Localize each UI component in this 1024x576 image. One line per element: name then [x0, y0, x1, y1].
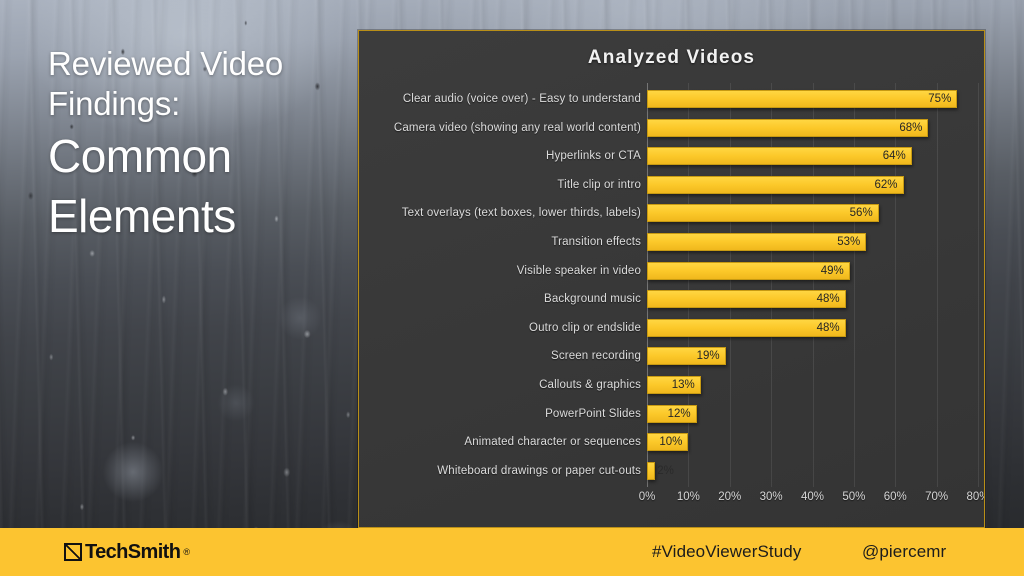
bar-rows: Clear audio (voice over) - Easy to under…: [359, 83, 984, 487]
x-axis-tick-label: 30%: [759, 491, 783, 503]
bar-value-label: 12%: [667, 407, 691, 420]
bar-category-label: Screen recording: [551, 350, 641, 363]
plot-area: Clear audio (voice over) - Easy to under…: [359, 83, 984, 527]
x-axis-tick-label: 10%: [676, 491, 700, 503]
bar[interactable]: 68%: [647, 118, 929, 137]
bar-container: 49%: [647, 261, 850, 280]
x-axis-tick-label: 70%: [925, 491, 949, 503]
bar-category-label: Background music: [544, 293, 641, 306]
bar-category-label: Callouts & graphics: [539, 379, 641, 391]
bar[interactable]: 62%: [647, 175, 904, 194]
bar-category-label: Transition effects: [551, 236, 641, 248]
footer-handle: @piercemr: [862, 542, 947, 561]
chart-title: Analyzed Videos: [587, 47, 756, 68]
bar-value-label: 13%: [671, 379, 695, 391]
bar-container: 19%: [647, 347, 726, 366]
bar[interactable]: 48%: [647, 318, 846, 337]
bar-container: 12%: [647, 404, 697, 423]
slide-title-line-4: Elements: [48, 190, 236, 242]
bar[interactable]: 75%: [647, 90, 958, 108]
bar[interactable]: 12%: [647, 404, 697, 423]
bar-container: 56%: [647, 204, 879, 223]
bar-category-label: Title clip or intro: [557, 178, 641, 191]
footer-hashtag: #VideoViewerStudy: [652, 542, 802, 561]
bar-category-label: Whiteboard drawings or paper cut-outs: [437, 464, 641, 477]
bar-value-label: 49%: [820, 264, 844, 277]
chart-panel: Analyzed Videos Clear audio (voice over)…: [358, 30, 985, 528]
bar[interactable]: 64%: [647, 147, 912, 166]
bar-row: Transition effects 53%: [359, 228, 984, 256]
bar-container: 10%: [647, 433, 689, 452]
bar-category-label: Text overlays (text boxes, lower thirds,…: [401, 207, 641, 220]
x-axis: 0% 10% 20% 30% 40% 50% 60% 70% 80%: [639, 491, 984, 513]
bar-row: Hyperlinks or CTA 64%: [359, 142, 984, 170]
bar-row: Background music 48%: [359, 285, 984, 313]
bar[interactable]: 13%: [647, 376, 701, 394]
bar[interactable]: 2%: [647, 461, 674, 480]
bar-category-label: Animated character or sequences: [464, 436, 641, 449]
bar-value-label: 75%: [928, 93, 952, 105]
slide-title: Reviewed Video Findings: Common Elements: [48, 44, 368, 244]
slide-title-line-2: Findings:: [48, 85, 181, 122]
bar-row: Screen recording 19%: [359, 342, 984, 370]
bar-value-label: 48%: [816, 321, 840, 334]
bar-value-label: 10%: [659, 436, 683, 449]
bar[interactable]: 19%: [647, 347, 726, 366]
bar-category-label: Visible speaker in video: [516, 264, 641, 277]
bar-category-label: Hyperlinks or CTA: [546, 150, 641, 163]
x-axis-tick-label: 20%: [718, 491, 742, 503]
bar-value-label: 68%: [899, 121, 923, 134]
footer-bar: TechSmith ® #VideoViewerStudy @piercemr: [0, 528, 1024, 576]
bar-row: Title clip or intro 62%: [359, 171, 984, 199]
bar-row: Animated character or sequences 10%: [359, 428, 984, 456]
x-axis-tick-label: 80%: [966, 491, 984, 503]
bar[interactable]: 53%: [647, 233, 867, 251]
bar-value-label: 2%: [657, 464, 674, 477]
bar[interactable]: 49%: [647, 261, 850, 280]
bar[interactable]: 56%: [647, 204, 879, 223]
bar-row: Camera video (showing any real world con…: [359, 114, 984, 142]
bar-container: 13%: [647, 376, 701, 394]
bar-container: 2%: [647, 461, 674, 480]
bar-row: Callouts & graphics 13%: [359, 371, 984, 399]
bar-container: 62%: [647, 175, 904, 194]
bar-container: 48%: [647, 290, 846, 309]
techsmith-logo: TechSmith ®: [64, 541, 190, 564]
bar-value-label: 56%: [849, 207, 873, 220]
bar-row: Whiteboard drawings or paper cut-outs 2%: [359, 457, 984, 485]
bar-value-label: 62%: [874, 178, 898, 191]
registered-trademark-icon: ®: [183, 547, 190, 557]
slide-title-line-3: Common: [48, 130, 232, 182]
slide-title-line-1: Reviewed Video: [48, 45, 284, 82]
techsmith-logo-text: TechSmith: [85, 540, 181, 563]
bar-container: 53%: [647, 233, 867, 251]
bar-row: Text overlays (text boxes, lower thirds,…: [359, 199, 984, 227]
x-axis-tick-label: 50%: [842, 491, 866, 503]
bar-row: PowerPoint Slides 12%: [359, 400, 984, 428]
bar-row: Clear audio (voice over) - Easy to under…: [359, 85, 984, 113]
x-axis-tick-label: 40%: [800, 491, 825, 503]
x-axis-tick-label: 60%: [883, 491, 907, 503]
x-axis-tick-label: 0%: [638, 491, 656, 503]
bar-container: 64%: [647, 147, 912, 166]
bar-value-label: 48%: [816, 293, 840, 306]
bar-row: Visible speaker in video 49%: [359, 257, 984, 285]
bar-category-label: Camera video (showing any real world con…: [393, 121, 641, 134]
bar-container: 48%: [647, 318, 846, 337]
bar-value-label: 53%: [837, 236, 861, 248]
bar-category-label: Outro clip or endslide: [529, 321, 641, 334]
bar-category-label: PowerPoint Slides: [545, 407, 641, 420]
slide: Reviewed Video Findings: Common Elements…: [0, 0, 1024, 576]
bar[interactable]: 48%: [647, 290, 846, 309]
techsmith-mark-icon: [64, 543, 82, 561]
bar[interactable]: 10%: [647, 433, 689, 452]
bar-container: 68%: [647, 118, 929, 137]
bar-value-label: 64%: [882, 150, 906, 163]
bar-category-label: Clear audio (voice over) - Easy to under…: [402, 93, 641, 105]
bar-container: 75%: [647, 90, 958, 108]
bar-row: Outro clip or endslide 48%: [359, 314, 984, 342]
bar-value-label: 19%: [696, 350, 720, 363]
